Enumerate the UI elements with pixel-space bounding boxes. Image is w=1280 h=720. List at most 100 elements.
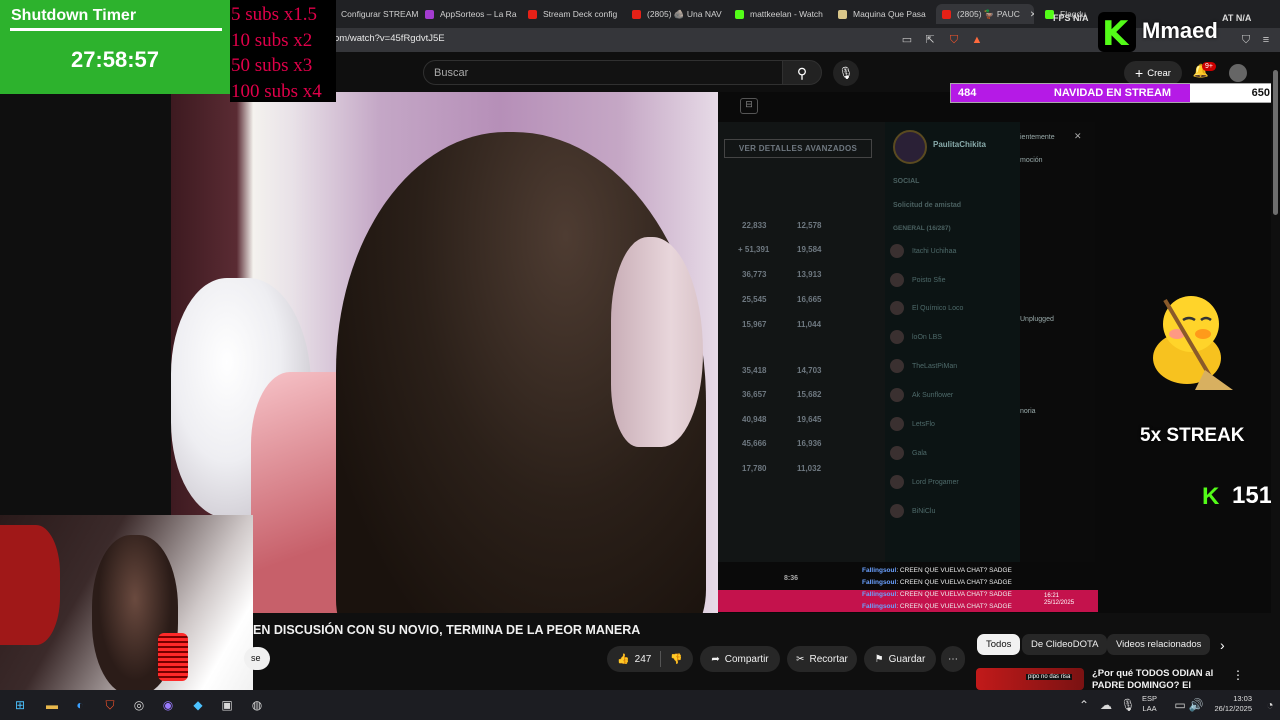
clip-button[interactable]: ✂ Recortar <box>787 646 857 672</box>
friend-name: El Químico Loco <box>912 304 964 312</box>
windows-start-icon[interactable]: ⊞ <box>12 697 28 713</box>
notification-center-icon[interactable]: ◔ <box>1262 697 1278 713</box>
scrollbar-thumb[interactable] <box>1273 70 1278 215</box>
friend-name: Ak Sunflower <box>912 391 954 399</box>
like-button[interactable]: 👍 247 <box>617 654 651 665</box>
language-text: ESP LAA <box>1142 694 1158 713</box>
account-avatar[interactable] <box>1229 64 1247 82</box>
close-icon[interactable]: ✕ <box>1074 131 1082 142</box>
streak-label: 5x STREAK <box>1140 425 1245 446</box>
browser-tab-active[interactable]: (2805) 🦆 PAUC ✕ <box>936 4 1034 24</box>
obs-icon[interactable]: ◎ <box>131 697 147 713</box>
stat-cell: 15,682 <box>797 390 822 399</box>
stat-cell: 40,948 <box>742 415 767 424</box>
stat-cell: 45,666 <box>742 439 767 448</box>
vpn-icon[interactable]: ⛉ <box>1239 33 1253 47</box>
stat-cell: 16,936 <box>797 439 822 448</box>
chat-user: Fallingsoul <box>862 579 897 586</box>
chat-line: Fallingsoul: CREEN QUE VUELVA CHAT? SADG… <box>862 603 1012 610</box>
friend-row: loOn LBS <box>890 330 942 344</box>
brave-rewards-icon[interactable]: ▲ <box>970 33 984 47</box>
subs-multiplier: 10 subs x2 <box>231 29 313 51</box>
browser-tab[interactable]: (2805) 🪨 Una NAV <box>632 4 722 24</box>
stat-cell: + 51,391 <box>738 245 770 254</box>
chat-user: Fallingsoul <box>862 603 897 610</box>
chat-user: Fallingsoul <box>862 567 897 574</box>
duck-broom-icon <box>1153 296 1233 390</box>
browser-tab[interactable]: Maquina Que Pasa <box>838 4 926 24</box>
video-player[interactable] <box>171 92 719 613</box>
speaker-icon[interactable]: 🔊 <box>1188 697 1204 713</box>
search-icon: ⚲ <box>796 65 808 81</box>
subs-multiplier: 100 subs x4 <box>231 80 322 102</box>
like-dislike-group: 👍 247 👎 <box>607 646 693 672</box>
voice-search-button[interactable]: 🎙 <box>833 60 859 86</box>
more-actions-button[interactable]: ⋯ <box>941 646 965 672</box>
app-icon[interactable]: ▣ <box>219 697 235 713</box>
friend-row: BiNiClu <box>890 504 935 518</box>
app-icon[interactable]: ◍ <box>249 697 265 713</box>
chevron-right-icon[interactable]: › <box>1220 637 1225 653</box>
chat-message: : CREEN QUE VUELVA CHAT? SADGE <box>896 591 1012 598</box>
file-explorer-icon[interactable]: ▬ <box>44 697 60 713</box>
brave-shield-icon[interactable]: ⛉ <box>947 33 961 47</box>
side-text: moción <box>1020 157 1043 164</box>
discord-icon[interactable]: ◉ <box>160 697 176 713</box>
search-button[interactable]: ⚲ <box>782 60 822 85</box>
url-field[interactable]: om/watch?v=45fRgdvtJ5E <box>334 33 445 44</box>
display-icon[interactable]: ▭ <box>1172 697 1188 713</box>
scissors-icon: ✂ <box>796 653 805 665</box>
tab-close-icon[interactable]: ✕ <box>1030 9 1034 20</box>
keyboard-language[interactable]: ESP LAA <box>1142 694 1157 714</box>
app-icon[interactable]: ◆ <box>190 697 206 713</box>
fps-counter-right: AT N/A <box>1222 13 1252 23</box>
details-button[interactable]: VER DETALLES AVANZADOS <box>724 139 872 158</box>
menu-icon[interactable]: ≡ <box>1259 33 1273 47</box>
chat-line: Fallingsoul: CREEN QUE VUELVA CHAT? SADG… <box>862 567 1012 574</box>
chevron-up-icon[interactable]: ⌃ <box>1076 697 1092 713</box>
search-input[interactable]: Buscar <box>423 60 783 85</box>
plus-icon: + <box>1135 65 1144 81</box>
browser-tab[interactable]: mattkeelan - Watch <box>735 4 823 24</box>
chat-line: Fallingsoul: CREEN QUE VUELVA CHAT? SADG… <box>862 591 1012 598</box>
browser-tab[interactable]: AppSorteos – La Ra <box>425 4 517 24</box>
edge-icon[interactable]: ◐ <box>72 697 88 713</box>
stat-cell: 22,833 <box>742 221 767 230</box>
stat-cell: 12,578 <box>797 221 822 230</box>
share-button[interactable]: ➦ Compartir <box>700 646 780 672</box>
fps-value: N/A <box>1073 13 1089 23</box>
tab-favicon-icon <box>942 9 951 19</box>
friend-name: Gala <box>912 449 927 457</box>
thumbs-down-icon[interactable]: 👎 <box>670 654 682 665</box>
onedrive-icon[interactable]: ☁ <box>1098 697 1114 713</box>
system-clock[interactable]: 13:03 26/12/2025 <box>1206 694 1252 714</box>
video-title: EN DISCUSIÓN CON SU NOVIO, TERMINA DE LA… <box>253 623 641 637</box>
brave-icon[interactable]: ⛉ <box>102 697 118 713</box>
kick-k-icon: K <box>1202 483 1220 510</box>
save-button[interactable]: ⚑ Guardar <box>864 646 936 672</box>
chip-all[interactable]: Todos <box>977 634 1021 655</box>
share-icon: ➦ <box>711 653 720 665</box>
share-icon[interactable]: ⇱ <box>923 33 937 47</box>
microphone-icon[interactable]: 🎙 <box>1120 697 1136 713</box>
friend-row: LetsFlo <box>890 417 935 431</box>
profile-avatar <box>893 130 927 164</box>
kebab-menu-icon[interactable]: ⋮ <box>1232 668 1244 682</box>
recommended-thumbnail[interactable]: pipo no das risa <box>976 668 1084 690</box>
stat-cell: 35,418 <box>742 366 767 375</box>
tab-favicon-icon <box>632 9 641 19</box>
recommended-title[interactable]: ¿Por qué TODOS ODIAN al PADRE DOMINGO? E… <box>1092 668 1227 690</box>
tab-label: Maquina Que Pasa <box>853 9 926 19</box>
subscribe-button[interactable]: se <box>244 647 270 670</box>
tab-label: (2805) 🪨 Una NAV <box>647 8 722 19</box>
chip-related[interactable]: Videos relacionados <box>1107 634 1211 655</box>
goal-target: 650 <box>1251 87 1270 99</box>
browser-tab[interactable]: Stream Deck config <box>528 4 617 24</box>
create-button[interactable]: + Crear <box>1124 61 1182 85</box>
browser-tab[interactable]: Configurar STREAM <box>326 4 418 24</box>
chat-message: : CREEN QUE VUELVA CHAT? SADGE <box>896 579 1012 586</box>
profile-name: PaulitaChikita <box>933 140 986 149</box>
friend-row: Gala <box>890 446 927 460</box>
chip-channel[interactable]: De ClideoDOTA <box>1022 634 1108 655</box>
cast-icon[interactable]: ▭ <box>900 33 914 47</box>
